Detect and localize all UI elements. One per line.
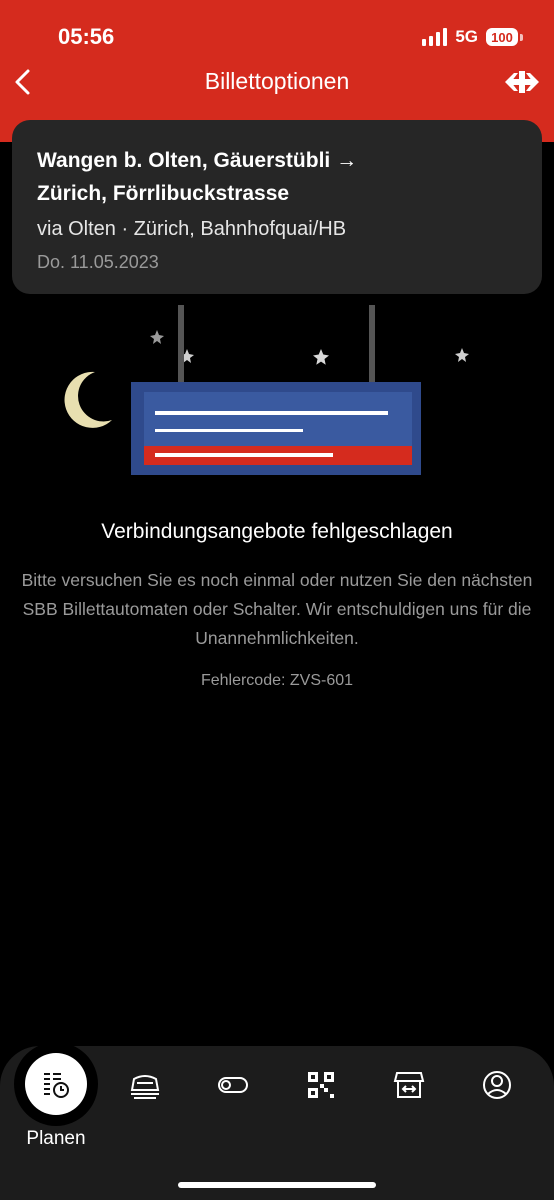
route-via: via Olten · Zürich, Bahnhofquai/HB [37,218,347,240]
network-type: 5G [455,27,478,46]
star-icon [150,330,469,365]
route-from: Wangen b. Olten, Gäuerstübli [37,149,331,172]
signal-icon [422,28,448,46]
error-code: Fehlercode: ZVS-601 [200,672,354,689]
home-indicator [178,1182,376,1188]
trip-summary-card: Wangen b. Olten, Gäuerstübli → Zürich, F… [12,120,542,294]
route-to: Zürich, Förrlibuckstrasse [37,182,290,205]
toggle-icon[interactable] [216,1068,250,1102]
sbb-logo-icon [505,71,539,93]
battery-level: 100 [491,29,513,45]
status-time: 05:56 [58,24,115,49]
nav-label-planen[interactable]: Planen [0,1128,112,1150]
timetable-clock-icon [44,1073,69,1098]
battery-icon: 100 [486,28,523,46]
route-title: Wangen b. Olten, Gäuerstübli → Zürich, F… [37,144,518,210]
shop-icon[interactable] [392,1068,426,1102]
status-indicators: 5G 100 [422,26,523,48]
moon-icon [64,371,112,428]
error-illustration [64,305,469,475]
error-title: Verbindungsangebote fehlgeschlagen [101,520,453,543]
qr-code-icon[interactable] [304,1068,338,1102]
travel-date: Do. 11.05.2023 [37,252,159,272]
page-title: Billettoptionen [204,68,350,94]
user-icon[interactable] [480,1068,514,1102]
nav-item-planen[interactable] [25,1053,87,1115]
train-icon[interactable] [128,1068,162,1102]
error-message: Bitte versuchen Sie es noch einmal oder … [21,570,533,648]
route-arrow: → [336,149,358,172]
